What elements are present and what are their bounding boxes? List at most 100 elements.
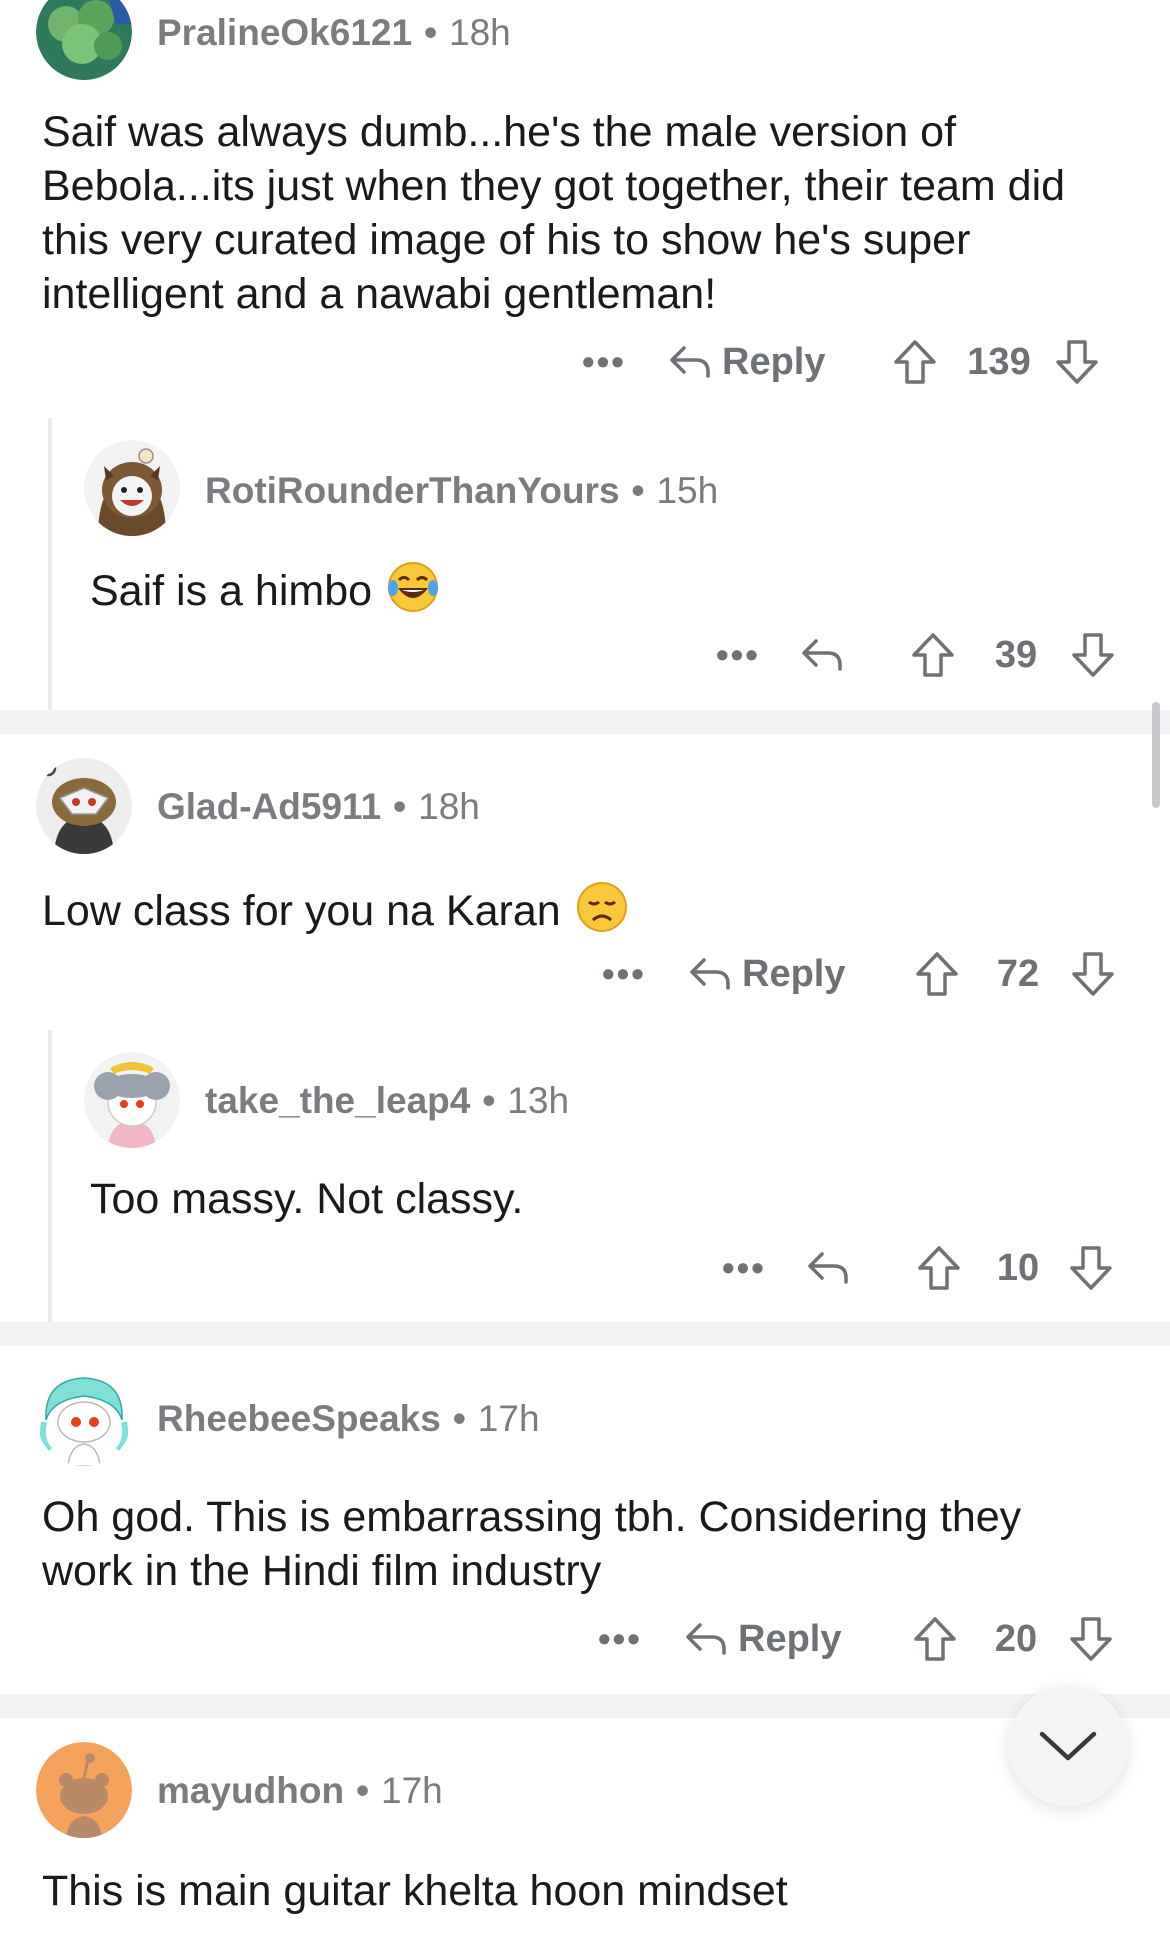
comment-age: 18h xyxy=(449,12,511,53)
teal-hair-snoo-avatar-icon xyxy=(36,1370,132,1466)
avatar-rheebee[interactable] xyxy=(36,1370,132,1466)
comment-meta: RotiRounderThanYours • 15h xyxy=(205,470,718,512)
vote-score: 20 xyxy=(994,1617,1038,1660)
avatar-take-the-leap[interactable] xyxy=(84,1052,180,1148)
masked-snoo-avatar-icon xyxy=(36,758,132,854)
upvote-button[interactable] xyxy=(910,631,962,679)
downvote-button[interactable] xyxy=(1070,631,1122,679)
downvote-button[interactable] xyxy=(1054,338,1106,386)
reply-label: Reply xyxy=(722,340,826,383)
reply-button[interactable]: Reply xyxy=(668,341,836,384)
comment-actions: ••• 10 xyxy=(722,1238,1122,1298)
separator-dot: • xyxy=(393,786,407,827)
vote-score: 39 xyxy=(994,633,1038,676)
upvote-button[interactable] xyxy=(912,1615,964,1663)
username[interactable]: mayudhon xyxy=(157,1770,344,1811)
separator-dot: • xyxy=(424,12,438,53)
upvote-arrow-icon xyxy=(918,1246,960,1290)
comment-actions: ••• 39 xyxy=(716,625,1122,685)
owl-snoo-avatar-icon xyxy=(84,440,180,536)
upvote-arrow-icon xyxy=(914,1617,956,1661)
tears-of-joy-emoji xyxy=(386,560,440,627)
comment-body: Too massy. Not classy. xyxy=(90,1175,524,1223)
comment-age: 17h xyxy=(477,1398,540,1439)
more-options-button[interactable]: ••• xyxy=(722,1247,782,1289)
separator-dot: • xyxy=(356,1770,370,1811)
reply-arrow-icon xyxy=(670,346,710,378)
reply-button[interactable] xyxy=(806,1248,886,1288)
downvote-button[interactable] xyxy=(1070,950,1122,998)
comment-age: 13h xyxy=(507,1080,570,1121)
scrollbar-thumb[interactable] xyxy=(1152,702,1160,808)
comment-body: This is main guitar khelta hoon mindset xyxy=(42,1867,788,1915)
comment-meta: take_the_leap4 • 13h xyxy=(205,1080,569,1122)
reply-button[interactable] xyxy=(800,635,880,675)
separator-dot: • xyxy=(452,1398,466,1439)
downvote-arrow-icon xyxy=(1072,952,1114,996)
username[interactable]: PralineOk6121 xyxy=(157,12,412,53)
thread-line[interactable] xyxy=(48,1030,52,1322)
username[interactable]: take_the_leap4 xyxy=(205,1080,470,1121)
reply-arrow-icon xyxy=(808,1252,848,1284)
comment-body: Saif was always dumb...he's the male ver… xyxy=(42,108,1066,318)
username[interactable]: Glad-Ad5911 xyxy=(157,786,381,827)
more-options-button[interactable]: ••• xyxy=(602,953,662,995)
reply-arrow-icon xyxy=(686,1623,726,1655)
avatar-glad[interactable] xyxy=(36,758,132,854)
upvote-arrow-icon xyxy=(916,952,958,996)
comment-meta: mayudhon • 17h xyxy=(157,1770,443,1812)
disappointed-face-emoji xyxy=(575,880,629,947)
avatar-praline[interactable] xyxy=(36,0,132,80)
upvote-button[interactable] xyxy=(916,1244,968,1292)
separator-dot: • xyxy=(631,470,645,511)
more-options-button[interactable]: ••• xyxy=(582,341,642,383)
username[interactable]: RotiRounderThanYours xyxy=(205,470,620,511)
more-options-button[interactable]: ••• xyxy=(598,1618,658,1660)
comment-body-row: Saif is a himbo xyxy=(90,560,1090,627)
vote-score: 10 xyxy=(996,1246,1040,1289)
orange-snoo-avatar-icon xyxy=(36,1742,132,1838)
vote-score: 139 xyxy=(967,340,1031,383)
comment-meta: RheebeeSpeaks • 17h xyxy=(157,1398,540,1440)
comment-actions: ••• Reply 139 xyxy=(582,332,1122,392)
downvote-button[interactable] xyxy=(1068,1244,1120,1292)
comment-body-row: Low class for you na Karan xyxy=(42,880,1042,947)
reply-label: Reply xyxy=(742,952,846,995)
reply-arrow-icon xyxy=(802,639,842,671)
vote-score: 72 xyxy=(996,952,1040,995)
separator-dot: • xyxy=(482,1080,496,1121)
downvote-arrow-icon xyxy=(1072,633,1114,677)
upvote-button[interactable] xyxy=(892,338,944,386)
more-options-button[interactable]: ••• xyxy=(716,634,776,676)
thread-line[interactable] xyxy=(48,418,52,710)
comment-body: Low class for you na Karan xyxy=(42,886,561,935)
comment-actions: ••• Reply 72 xyxy=(602,944,1122,1004)
comment-body: Oh god. This is embarrassing tbh. Consid… xyxy=(42,1493,1022,1595)
downvote-arrow-icon xyxy=(1070,1246,1112,1290)
comment-age: 18h xyxy=(418,786,480,827)
avatar-mayudhon[interactable] xyxy=(36,1742,132,1838)
thread-divider xyxy=(0,1694,1170,1718)
reply-button[interactable]: Reply xyxy=(688,953,856,996)
username[interactable]: RheebeeSpeaks xyxy=(157,1398,441,1439)
comment-meta: Glad-Ad5911 • 18h xyxy=(157,786,480,828)
reply-arrow-icon xyxy=(690,958,730,990)
downvote-button[interactable] xyxy=(1068,1615,1120,1663)
reply-button[interactable]: Reply xyxy=(684,1618,852,1661)
comment-actions: ••• Reply 20 xyxy=(598,1609,1122,1669)
reply-label: Reply xyxy=(738,1617,842,1660)
downvote-arrow-icon xyxy=(1056,340,1098,384)
upvote-button[interactable] xyxy=(914,950,966,998)
green-snoo-avatar-icon xyxy=(36,0,132,80)
next-comment-button[interactable] xyxy=(1008,1686,1128,1806)
chevron-down-icon xyxy=(1039,1731,1097,1761)
comment-meta: PralineOk6121 • 18h xyxy=(157,12,511,54)
koala-snoo-avatar-icon xyxy=(84,1052,180,1148)
upvote-arrow-icon xyxy=(894,340,936,384)
comment-age: 17h xyxy=(381,1770,443,1811)
comment-body: Saif is a himbo xyxy=(90,566,373,615)
downvote-arrow-icon xyxy=(1070,1617,1112,1661)
comment-age: 15h xyxy=(656,470,719,511)
thread-divider xyxy=(0,710,1170,734)
avatar-rotirounder[interactable] xyxy=(84,440,180,536)
